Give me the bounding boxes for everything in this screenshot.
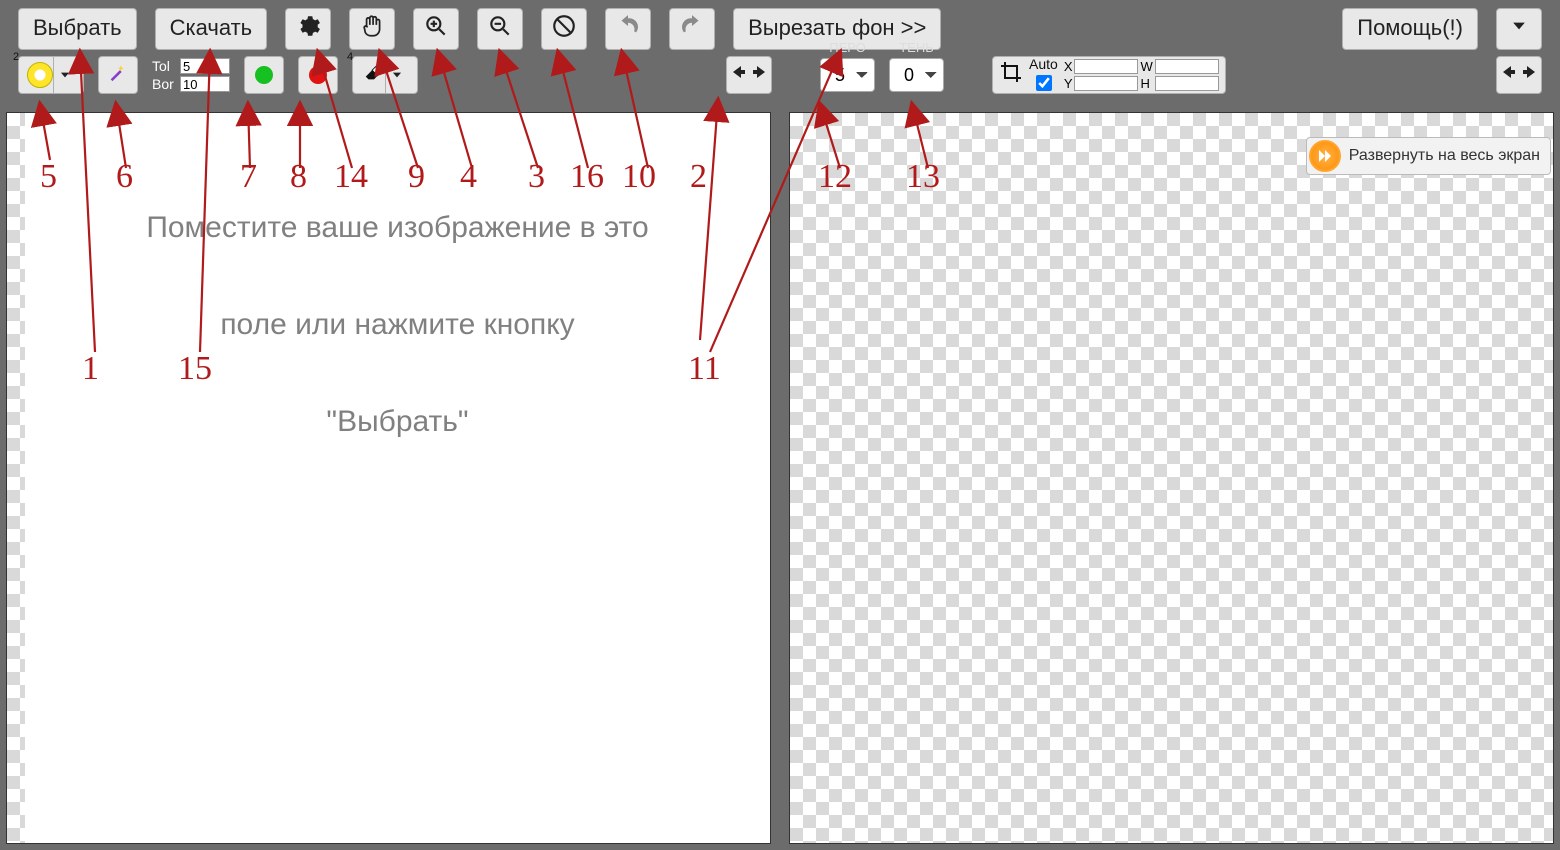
swap-right-button[interactable]	[1496, 56, 1542, 94]
shadow-header-label: ТЕНЬ	[899, 40, 934, 55]
download-button[interactable]: Скачать	[155, 8, 268, 50]
double-chevron-right-icon	[1309, 140, 1341, 172]
bor-label: Bor	[152, 76, 180, 92]
eraser-tool[interactable]: 4	[352, 56, 418, 94]
help-button[interactable]: Помощь(!)	[1342, 8, 1478, 50]
x-input[interactable]	[1074, 59, 1138, 74]
expand-fullscreen-button[interactable]: Развернуть на весь экран	[1306, 137, 1551, 175]
expand-label: Развернуть на весь экран	[1349, 147, 1540, 165]
tol-bor-inputs: Tol Bor	[152, 56, 230, 94]
undo-button[interactable]	[605, 8, 651, 50]
badge-number: 4	[347, 51, 353, 63]
color-ring-tool[interactable]: 2	[18, 56, 84, 94]
right-pane[interactable]: Развернуть на весь экран	[789, 112, 1554, 844]
shadow-select[interactable]: 0	[889, 58, 944, 92]
undo-icon	[615, 13, 641, 45]
shadow-select-wrap: ТЕНЬ 0	[889, 58, 944, 92]
magic-wand-tool[interactable]	[98, 56, 138, 94]
zoom-in-button[interactable]	[413, 8, 459, 50]
yellow-ring-icon	[27, 62, 53, 88]
auto-checkbox[interactable]	[1036, 75, 1052, 91]
y-input[interactable]	[1074, 76, 1138, 91]
bor-input[interactable]	[180, 76, 230, 92]
swap-left-right-button[interactable]	[726, 56, 772, 94]
swap-horizontal-icon	[733, 63, 765, 87]
top-right-dropdown[interactable]	[1496, 8, 1542, 50]
green-dot-tool[interactable]	[244, 56, 284, 94]
zoom-in-icon	[423, 13, 449, 45]
h-input[interactable]	[1155, 76, 1219, 91]
swap-horizontal-icon	[1503, 63, 1535, 87]
red-dot-icon	[309, 66, 327, 84]
green-dot-icon	[255, 66, 273, 84]
auto-label: Auto	[1029, 56, 1058, 72]
w-label: W	[1140, 59, 1152, 74]
chevron-down-icon[interactable]	[53, 57, 75, 93]
tol-label: Tol	[152, 58, 180, 74]
crop-icon	[999, 60, 1023, 90]
chevron-down-icon[interactable]	[385, 57, 407, 93]
settings-button[interactable]	[285, 8, 331, 50]
w-input[interactable]	[1155, 59, 1219, 74]
zoom-out-button[interactable]	[477, 8, 523, 50]
zoom-out-icon	[487, 13, 513, 45]
no-entry-icon	[551, 13, 577, 45]
h-label: H	[1140, 76, 1152, 91]
pen-header-label: ПЕРО	[829, 40, 866, 55]
crop-group: Auto X W Y H	[992, 56, 1226, 94]
x-label: X	[1064, 59, 1073, 74]
forbid-button[interactable]	[541, 8, 587, 50]
gear-icon	[295, 13, 321, 45]
tol-input[interactable]	[180, 58, 230, 74]
left-pane[interactable]: Поместите ваше изображение в это поле ил…	[6, 112, 771, 844]
eraser-icon	[363, 61, 385, 89]
magic-wand-icon	[107, 61, 129, 89]
choose-button[interactable]: Выбрать	[18, 8, 137, 50]
pen-size-select[interactable]: 5	[820, 58, 875, 92]
redo-button[interactable]	[669, 8, 715, 50]
chevron-down-icon	[1509, 16, 1529, 42]
badge-number: 2	[13, 51, 19, 63]
hand-button[interactable]	[349, 8, 395, 50]
y-label: Y	[1064, 76, 1073, 91]
redo-icon	[679, 13, 705, 45]
pen-size-select-wrap: ПЕРО 5	[820, 58, 875, 92]
hand-icon	[359, 13, 385, 45]
drop-placeholder: Поместите ваше изображение в это поле ил…	[78, 199, 718, 450]
red-dot-tool[interactable]	[298, 56, 338, 94]
